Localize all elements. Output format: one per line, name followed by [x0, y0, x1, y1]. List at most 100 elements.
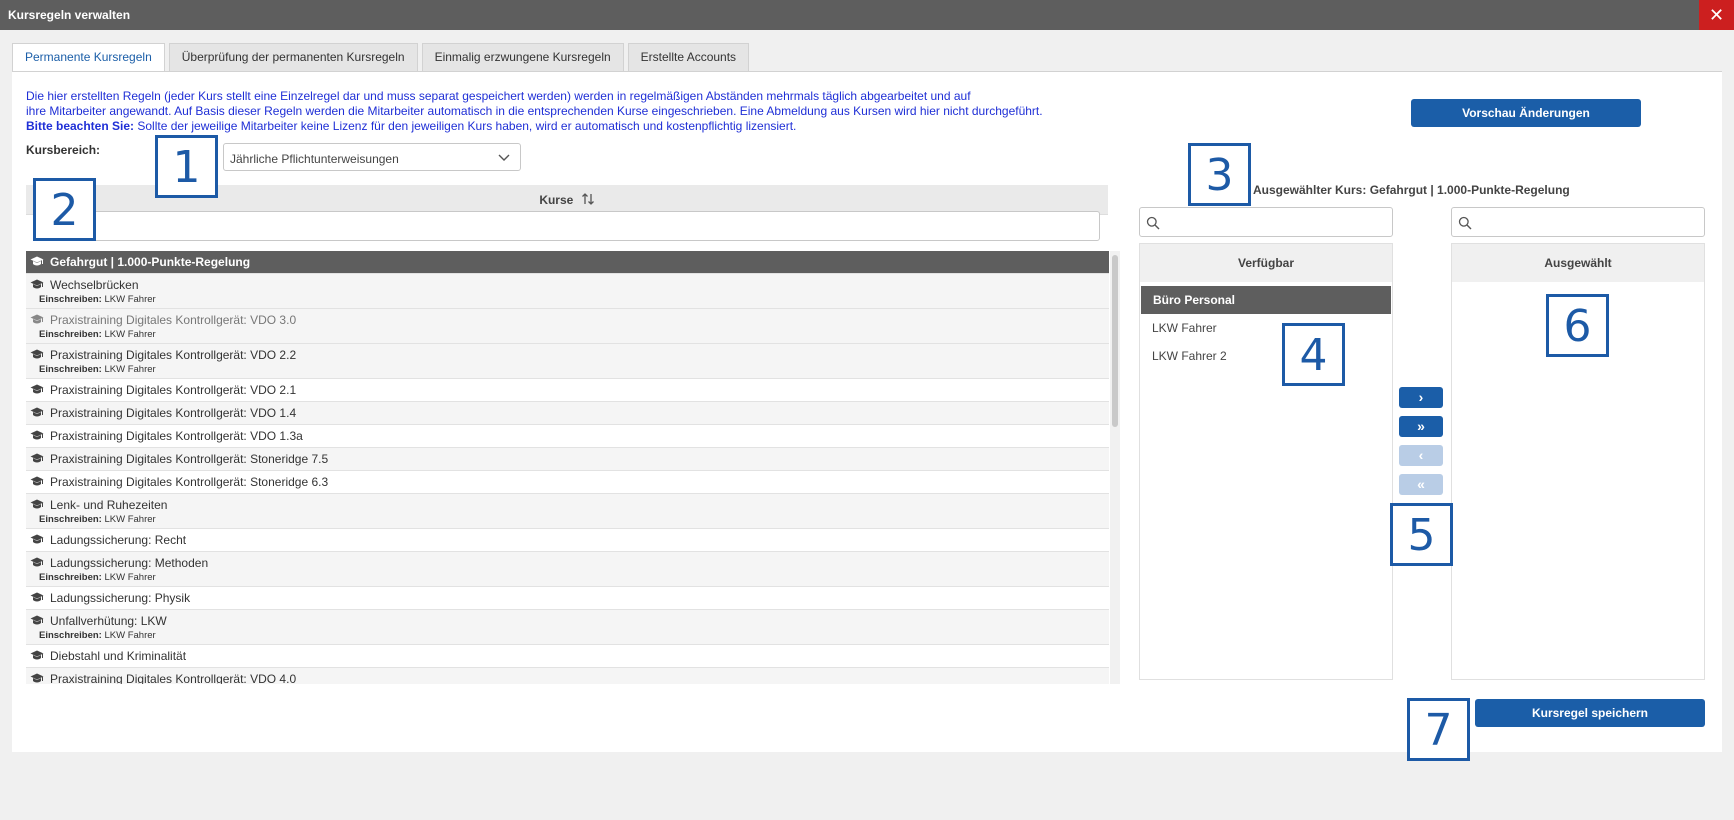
save-course-rule-button[interactable]: Kursregel speichern [1475, 699, 1705, 727]
enroll-label: Einschreiben: [39, 514, 102, 525]
info-note-label: Bitte beachten Sie: [26, 119, 135, 133]
tab-ueberpruefung[interactable]: Überprüfung der permanenten Kursregeln [168, 43, 418, 71]
graduation-cap-icon [30, 650, 44, 660]
course-row[interactable]: Gefahrgut | 1.000-Punkte-Regelung [26, 251, 1109, 274]
course-row[interactable]: Lenk- und Ruhezeiten Einschreiben: LKW Fa… [26, 494, 1109, 529]
enroll-label: Einschreiben: [39, 364, 102, 375]
course-name: Praxistraining Digitales Kontrollgerät: … [50, 452, 329, 466]
graduation-cap-icon [30, 349, 44, 359]
graduation-cap-icon [30, 256, 44, 266]
sort-arrows-icon[interactable] [581, 192, 595, 206]
chevron-down-icon [498, 154, 510, 161]
courses-filter-input[interactable] [36, 211, 1100, 241]
graduation-cap-icon [30, 476, 44, 486]
tab-einmalig-erzwungen[interactable]: Einmalig erzwungene Kursregeln [421, 43, 624, 71]
course-name: Praxistraining Digitales Kontrollgerät: … [50, 672, 297, 684]
kursbereich-label: Kursbereich: [26, 143, 101, 157]
annotation-3: 3 [1188, 143, 1251, 206]
available-list: Verfügbar Büro Personal LKW Fahrer LKW F… [1139, 243, 1393, 680]
course-row[interactable]: Ladungssicherung: Recht [26, 529, 1109, 552]
course-name: Ladungssicherung: Physik [50, 591, 191, 605]
enroll-group: LKW Fahrer [104, 294, 156, 305]
tab-permanente-kursregeln[interactable]: Permanente Kursregeln [12, 43, 165, 71]
course-row[interactable]: Praxistraining Digitales Kontrollgerät: … [26, 471, 1109, 494]
graduation-cap-icon [30, 314, 44, 324]
annotation-6: 6 [1546, 294, 1609, 357]
course-name: Praxistraining Digitales Kontrollgerät: … [50, 348, 297, 362]
course-enroll: Einschreiben: LKW Fahrer [39, 364, 156, 375]
move-left-button[interactable]: ‹ [1399, 445, 1443, 466]
course-row[interactable]: Praxistraining Digitales Kontrollgerät: … [26, 309, 1109, 344]
annotation-1: 1 [155, 135, 218, 198]
available-item[interactable]: LKW Fahrer 2 [1140, 342, 1392, 370]
info-line-1: Die hier erstellten Regeln (jeder Kurs s… [26, 89, 971, 103]
available-item[interactable]: Büro Personal [1141, 286, 1391, 314]
course-enroll: Einschreiben: LKW Fahrer [39, 514, 156, 525]
available-item[interactable]: LKW Fahrer [1140, 314, 1392, 342]
search-icon [1146, 216, 1160, 230]
course-row[interactable]: Wechselbrücken Einschreiben: LKW Fahrer [26, 274, 1109, 309]
graduation-cap-icon [30, 453, 44, 463]
course-enroll: Einschreiben: LKW Fahrer [39, 329, 156, 340]
selected-search-input[interactable] [1451, 207, 1705, 237]
available-list-header: Verfügbar [1140, 244, 1392, 282]
move-all-left-button[interactable]: « [1399, 474, 1443, 495]
course-name: Unfallverhütung: LKW [50, 614, 167, 628]
course-row[interactable]: Ladungssicherung: Physik [26, 587, 1109, 610]
enroll-group: LKW Fahrer [104, 514, 156, 525]
courses-column-title: Kurse [539, 193, 574, 207]
course-row[interactable]: Praxistraining Digitales Kontrollgerät: … [26, 402, 1109, 425]
annotation-4: 4 [1282, 323, 1345, 386]
course-row[interactable]: Ladungssicherung: Methoden Einschreiben: … [26, 552, 1109, 587]
course-name: Ladungssicherung: Methoden [50, 556, 209, 570]
course-row[interactable]: Praxistraining Digitales Kontrollgerät: … [26, 425, 1109, 448]
course-enroll: Einschreiben: LKW Fahrer [39, 630, 156, 641]
course-row[interactable]: Praxistraining Digitales Kontrollgerät: … [26, 344, 1109, 379]
graduation-cap-icon [30, 592, 44, 602]
course-name: Praxistraining Digitales Kontrollgerät: … [50, 313, 297, 327]
close-button[interactable]: ✕ [1699, 0, 1734, 30]
graduation-cap-icon [30, 673, 44, 683]
search-icon [1458, 216, 1472, 230]
preview-changes-button[interactable]: Vorschau Änderungen [1411, 99, 1641, 127]
graduation-cap-icon [30, 279, 44, 289]
course-name: Praxistraining Digitales Kontrollgerät: … [50, 475, 329, 489]
course-row[interactable]: Praxistraining Digitales Kontrollgerät: … [26, 379, 1109, 402]
window-title: Kursregeln verwalten [8, 8, 131, 22]
move-all-right-button[interactable]: » [1399, 416, 1443, 437]
enroll-group: LKW Fahrer [104, 572, 156, 583]
course-enroll: Einschreiben: LKW Fahrer [39, 572, 156, 583]
selected-list-header: Ausgewählt [1452, 244, 1704, 282]
info-text: Die hier erstellten Regeln (jeder Kurs s… [26, 89, 1156, 134]
course-row[interactable]: Diebstahl und Kriminalität [26, 645, 1109, 668]
kursbereich-select[interactable]: Jährliche Pflichtunterweisungen [223, 143, 521, 171]
course-name: Wechselbrücken [50, 278, 139, 292]
annotation-2: 2 [33, 178, 96, 241]
course-name: Ladungssicherung: Recht [50, 533, 187, 547]
tab-erstellte-accounts[interactable]: Erstellte Accounts [627, 43, 750, 71]
graduation-cap-icon [30, 557, 44, 567]
info-note: Bitte beachten Sie: Sollte der jeweilige… [26, 119, 1156, 134]
course-row[interactable]: Unfallverhütung: LKW Einschreiben: LKW Fa… [26, 610, 1109, 645]
enroll-group: LKW Fahrer [104, 630, 156, 641]
window-titlebar: Kursregeln verwalten ✕ [0, 0, 1734, 30]
course-row[interactable]: Praxistraining Digitales Kontrollgerät: … [26, 448, 1109, 471]
enroll-label: Einschreiben: [39, 572, 102, 583]
course-name: Praxistraining Digitales Kontrollgerät: … [50, 429, 303, 443]
kursbereich-value: Jährliche Pflichtunterweisungen [230, 152, 399, 166]
courses-list: Gefahrgut | 1.000-Punkte-Regelung Wechsel… [26, 251, 1109, 684]
enroll-label: Einschreiben: [39, 630, 102, 641]
tab-bar: Permanente Kursregeln Überprüfung der pe… [12, 43, 753, 71]
annotation-7: 7 [1407, 698, 1470, 761]
graduation-cap-icon [30, 407, 44, 417]
info-note-text: Sollte der jeweilige Mitarbeiter keine L… [134, 119, 797, 133]
graduation-cap-icon [30, 615, 44, 625]
course-name: Diebstahl und Kriminalität [50, 649, 187, 663]
graduation-cap-icon [30, 499, 44, 509]
selected-course-title: Ausgewählter Kurs: Gefahrgut | 1.000-Pun… [1253, 183, 1570, 197]
course-row[interactable]: Praxistraining Digitales Kontrollgerät: … [26, 668, 1109, 684]
course-name: Praxistraining Digitales Kontrollgerät: … [50, 383, 297, 397]
move-right-button[interactable]: › [1399, 387, 1443, 408]
courses-scrollbar-thumb[interactable] [1112, 255, 1118, 427]
available-search-input[interactable] [1139, 207, 1393, 237]
